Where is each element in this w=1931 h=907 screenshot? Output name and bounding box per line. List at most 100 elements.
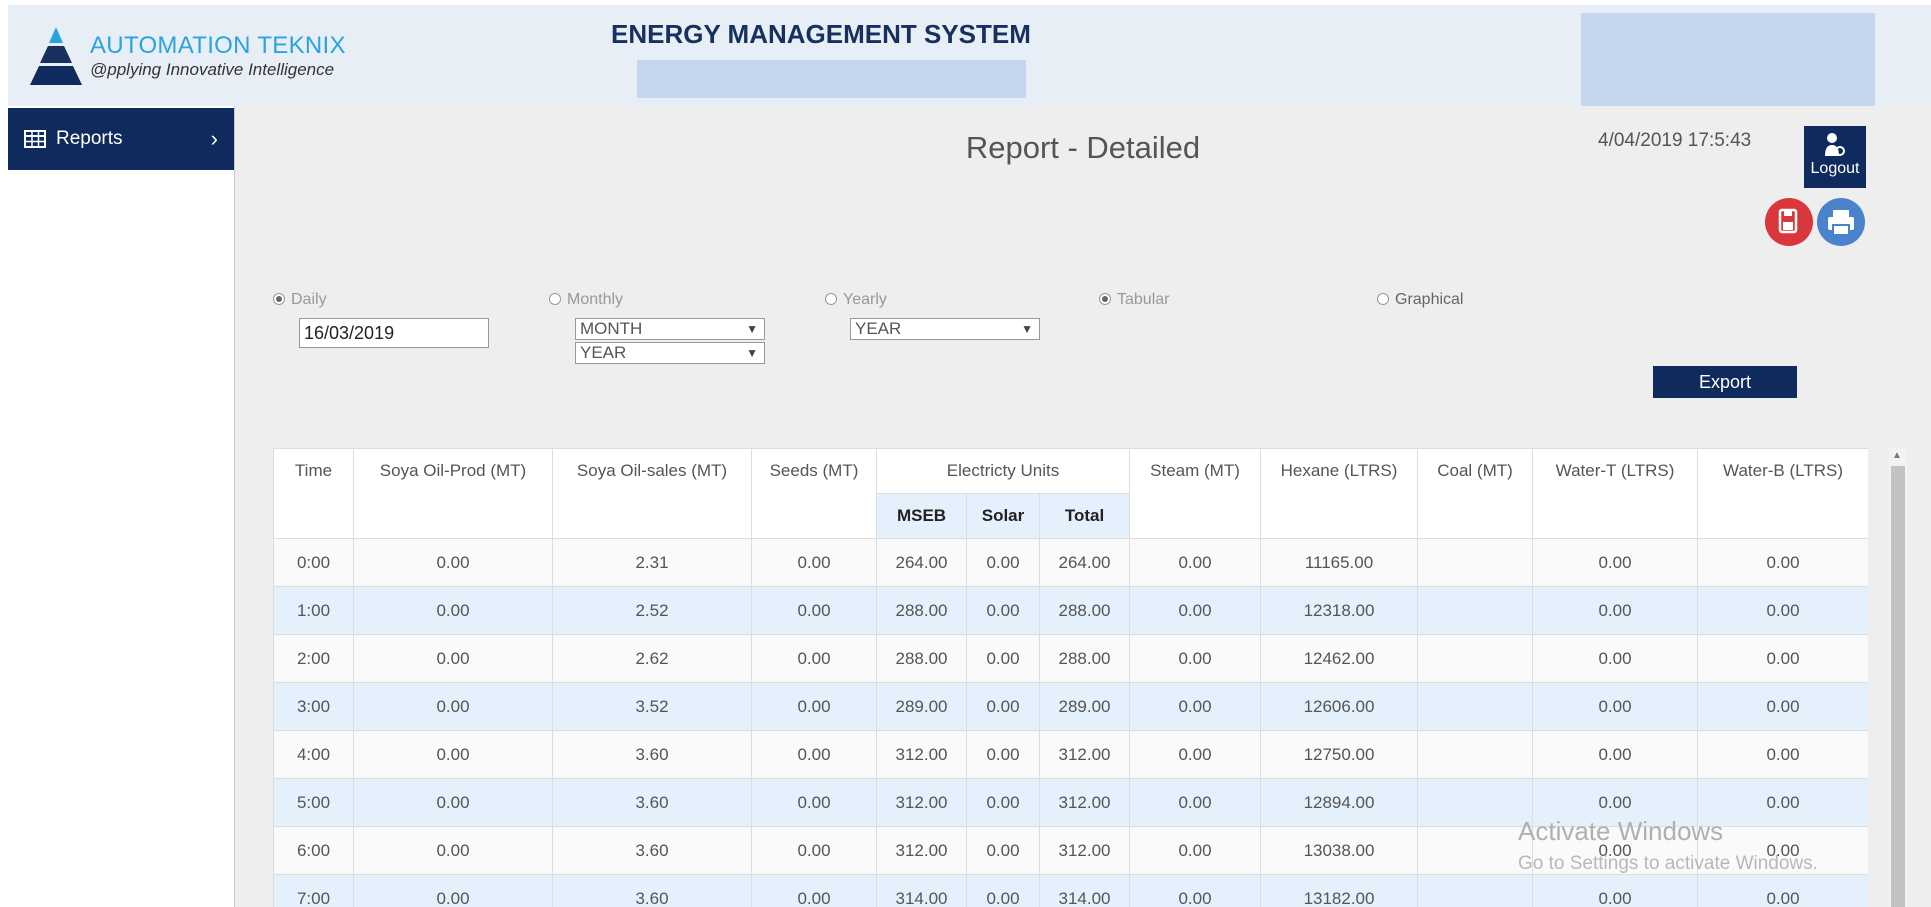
col-header-water-t: Water-T (LTRS) (1532, 448, 1699, 539)
table-cell: 314.00 (1038, 874, 1131, 907)
dropdown-arrow-icon: ▼ (746, 346, 758, 360)
table-row: 0:00 0.00 2.31 0.00 264.00 0.00 264.00 0.00 1116… (273, 538, 1868, 587)
sidebar-item-reports[interactable]: Reports › (8, 108, 234, 170)
table-cell: 3.60 (552, 778, 752, 827)
tabular-label: Tabular (1117, 291, 1170, 308)
daily-option[interactable]: Daily (273, 291, 327, 309)
graphical-option[interactable]: Graphical (1377, 291, 1463, 309)
printer-icon (1828, 210, 1854, 236)
table-cell: 312.00 (1038, 730, 1131, 779)
daily-date-input[interactable] (299, 318, 489, 348)
monthly-option[interactable]: Monthly (549, 291, 623, 309)
table-cell: 12750.00 (1260, 730, 1419, 779)
table-row: 1:00 0.00 2.52 0.00 288.00 0.00 288.00 0.00 1231… (273, 586, 1868, 635)
logout-button[interactable]: Logout (1804, 126, 1866, 188)
table-cell: 0.00 (1129, 874, 1262, 907)
monthly-year-value: YEAR (580, 343, 627, 362)
tabular-option[interactable]: Tabular (1099, 291, 1169, 309)
col-header-coal: Coal (MT) (1417, 448, 1534, 539)
table-cell (1417, 730, 1534, 779)
report-table-body: 0:00 0.00 2.31 0.00 264.00 0.00 264.00 0.00 1116… (273, 538, 1868, 907)
scrollbar-thumb[interactable] (1891, 466, 1905, 907)
table-cell: 0.00 (966, 730, 1040, 779)
table-cell: 0.00 (1697, 634, 1868, 683)
table-cell: 312.00 (1038, 778, 1131, 827)
pdf-download-button[interactable] (1765, 198, 1813, 246)
graphical-radio[interactable] (1377, 293, 1389, 305)
table-cell: 0.00 (1532, 730, 1699, 779)
monthly-year-select[interactable]: YEAR ▼ (575, 342, 765, 364)
table-cell: 264.00 (1038, 538, 1131, 587)
table-cell (1417, 586, 1534, 635)
table-icon (24, 130, 46, 148)
table-cell: 0.00 (1697, 538, 1868, 587)
datetime-display: 4/04/2019 17:5:43 (1598, 130, 1752, 151)
report-table-container: Time Soya Oil-Prod (MT) Soya Oil-sales (… (273, 448, 1868, 907)
table-cell: 289.00 (1038, 682, 1131, 731)
header-right-placeholder (1581, 13, 1875, 115)
table-cell (1417, 778, 1534, 827)
report-table: Time Soya Oil-Prod (MT) Soya Oil-sales (… (273, 448, 1868, 907)
table-cell: 0.00 (1532, 682, 1699, 731)
table-cell: 1:00 (273, 586, 354, 635)
scroll-up-arrow-icon[interactable]: ▲ (1892, 450, 1902, 461)
table-cell: 0.00 (751, 730, 877, 779)
table-cell: 2.62 (552, 634, 752, 683)
print-button[interactable] (1817, 198, 1865, 246)
table-cell: 0.00 (751, 874, 877, 907)
table-cell: 12318.00 (1260, 586, 1419, 635)
table-cell: 0.00 (1129, 538, 1262, 587)
table-cell: 0.00 (966, 586, 1040, 635)
col-header-soya-sales: Soya Oil-sales (MT) (552, 448, 752, 539)
brand-tagline: @pplying Innovative Intelligence (90, 60, 335, 79)
graphical-label: Graphical (1395, 291, 1464, 308)
monthly-radio[interactable] (549, 293, 561, 305)
table-cell: 0.00 (353, 538, 553, 587)
table-cell: 0.00 (1129, 634, 1262, 683)
table-cell: 0.00 (966, 826, 1040, 875)
table-cell: 0.00 (353, 730, 553, 779)
table-cell: 2:00 (273, 634, 354, 683)
table-cell: 288.00 (876, 586, 967, 635)
chevron-right-icon: › (210, 126, 218, 151)
table-cell: 3.60 (552, 730, 752, 779)
col-header-steam: Steam (MT) (1129, 448, 1262, 539)
table-cell: 3.60 (552, 874, 752, 907)
yearly-year-select[interactable]: YEAR ▼ (850, 318, 1040, 340)
table-cell: 0.00 (751, 778, 877, 827)
yearly-option[interactable]: Yearly (825, 291, 887, 309)
table-cell: 6:00 (273, 826, 354, 875)
dropdown-arrow-icon: ▼ (1021, 322, 1033, 336)
yearly-year-value: YEAR (855, 319, 902, 338)
app-title: ENERGY MANAGEMENT SYSTEM (611, 19, 1031, 49)
export-button[interactable]: Export (1653, 366, 1797, 398)
table-scrollbar[interactable]: ▲ (1889, 448, 1907, 907)
table-cell: 7:00 (273, 874, 354, 907)
monthly-month-select[interactable]: MONTH ▼ (575, 318, 765, 340)
pdf-icon (1778, 208, 1798, 234)
table-cell: 0:00 (273, 538, 354, 587)
table-cell: 0.00 (751, 586, 877, 635)
daily-radio[interactable] (273, 293, 285, 305)
table-cell: 0.00 (751, 682, 877, 731)
col-header-mseb: MSEB (876, 493, 967, 539)
table-cell: 0.00 (1697, 874, 1868, 907)
daily-label: Daily (291, 291, 327, 308)
brand-name: AUTOMATION TEKNIX (90, 32, 346, 59)
table-cell: 0.00 (1532, 826, 1699, 875)
table-cell: 0.00 (966, 634, 1040, 683)
table-cell: 0.00 (751, 826, 877, 875)
tabular-radio[interactable] (1099, 293, 1111, 305)
table-cell: 0.00 (966, 874, 1040, 907)
table-cell: 0.00 (966, 778, 1040, 827)
table-cell: 12606.00 (1260, 682, 1419, 731)
table-row: 3:00 0.00 3.52 0.00 289.00 0.00 289.00 0.00 1260… (273, 682, 1868, 731)
table-cell: 0.00 (353, 778, 553, 827)
logo-icon (30, 27, 82, 85)
table-cell: 312.00 (876, 826, 967, 875)
table-cell: 0.00 (353, 682, 553, 731)
col-header-hexane: Hexane (LTRS) (1260, 448, 1419, 539)
table-cell: 0.00 (966, 538, 1040, 587)
yearly-radio[interactable] (825, 293, 837, 305)
table-cell: 0.00 (1697, 826, 1868, 875)
